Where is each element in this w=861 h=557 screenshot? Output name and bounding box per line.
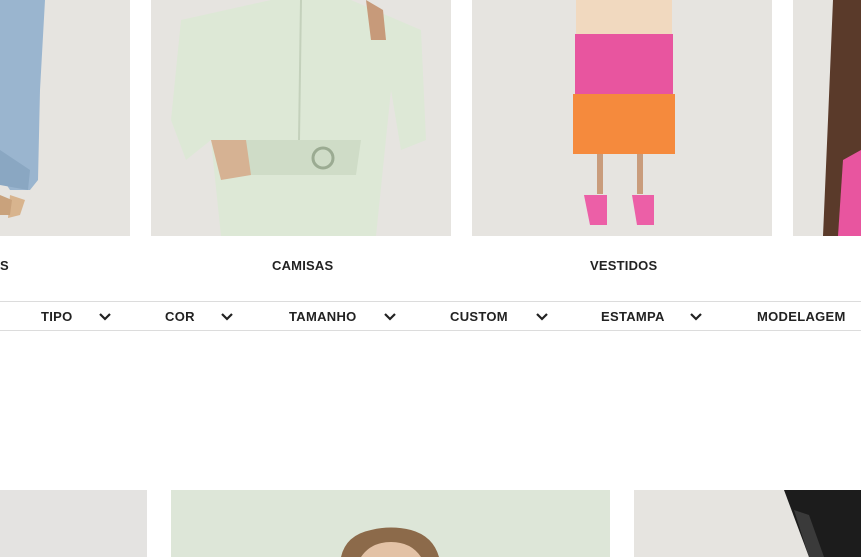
category-label-calcas[interactable]: S [0, 258, 9, 273]
product-image-2[interactable] [171, 490, 610, 557]
category-image-calcas[interactable] [0, 0, 130, 236]
filter-tipo[interactable]: TIPO [41, 309, 116, 325]
filter-modelagem[interactable]: MODELAGEM [757, 309, 861, 325]
filter-tamanho[interactable]: TAMANHO [289, 309, 404, 325]
filter-label-custom: CUSTOM [450, 309, 508, 324]
product-photo [0, 490, 147, 557]
product-photo [171, 490, 610, 557]
product-image-1[interactable] [0, 490, 147, 557]
chevron-down-icon [99, 313, 111, 321]
category-label-vestidos[interactable]: VESTIDOS [590, 258, 657, 273]
product-image-3[interactable] [634, 490, 861, 557]
colorblock-dress-photo [472, 0, 772, 236]
filter-custom[interactable]: CUSTOM [450, 309, 555, 325]
filter-label-tamanho: TAMANHO [289, 309, 357, 324]
mint-jumpsuit-photo [151, 0, 451, 236]
filter-label-modelagem: MODELAGEM [757, 309, 846, 324]
category-image-next[interactable] [793, 0, 861, 236]
model-photo-partial [793, 0, 861, 236]
jeans-model-photo [0, 0, 130, 236]
filter-bar: TIPO COR TAMANHO CUSTOM ESTAMPA MODELAGE… [0, 301, 861, 331]
chevron-down-icon [690, 313, 702, 321]
filter-cor[interactable]: COR [165, 309, 240, 325]
filter-label-cor: COR [165, 309, 195, 324]
category-label-camisas[interactable]: CAMISAS [272, 258, 333, 273]
category-image-camisas[interactable] [151, 0, 451, 236]
chevron-down-icon [536, 313, 548, 321]
chevron-down-icon [384, 313, 396, 321]
product-photo [634, 490, 861, 557]
chevron-down-icon [221, 313, 233, 321]
filter-label-estampa: ESTAMPA [601, 309, 665, 324]
filter-label-tipo: TIPO [41, 309, 73, 324]
filter-estampa[interactable]: ESTAMPA [601, 309, 711, 325]
category-image-vestidos[interactable] [472, 0, 772, 236]
